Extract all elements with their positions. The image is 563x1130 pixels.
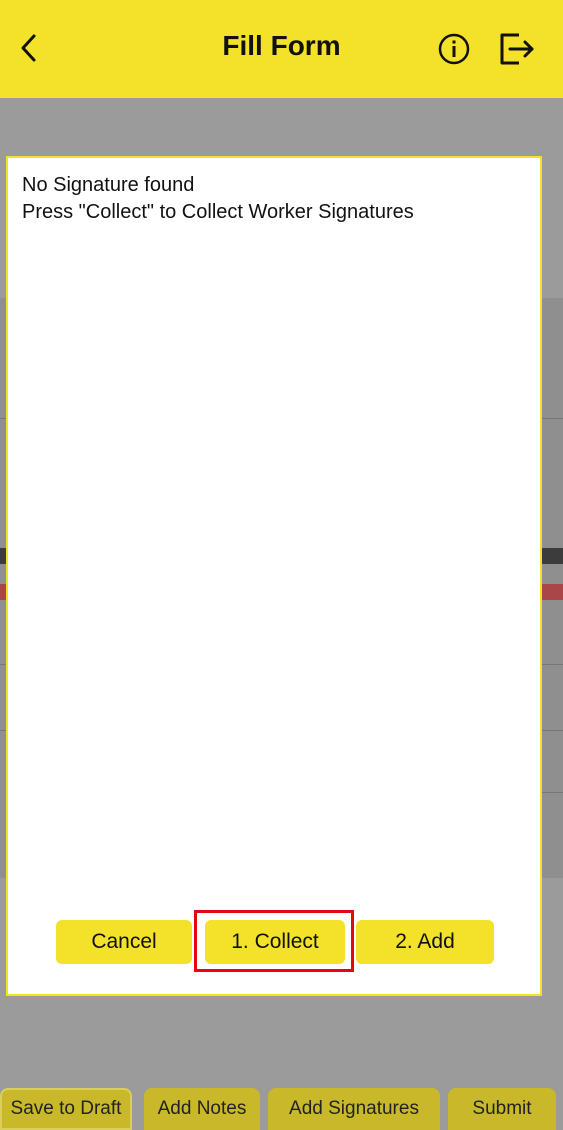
collect-highlight-box — [194, 910, 354, 972]
background-form-divider — [540, 418, 563, 419]
background-form-divider — [540, 730, 563, 731]
add-notes-button[interactable]: Add Notes — [144, 1088, 260, 1130]
submit-button[interactable]: Submit — [448, 1088, 556, 1130]
save-to-draft-button[interactable]: Save to Draft — [0, 1088, 132, 1130]
bottom-action-bar: Save to Draft Add Notes Add Signatures S… — [0, 1078, 563, 1130]
no-signature-text: No Signature found — [22, 174, 195, 196]
background-form-bar — [540, 548, 563, 564]
add-signatures-button[interactable]: Add Signatures — [268, 1088, 440, 1130]
add-button[interactable]: 2. Add — [356, 920, 494, 964]
app-header: Fill Form — [0, 0, 563, 98]
background-form-divider — [540, 664, 563, 665]
logout-icon[interactable] — [497, 29, 537, 69]
background-form-bar — [540, 584, 563, 600]
collect-instruction-text: Press "Collect" to Collect Worker Signat… — [22, 201, 414, 223]
info-icon[interactable] — [437, 32, 471, 66]
background-form-divider — [540, 792, 563, 793]
signature-modal: No Signature found Press "Collect" to Co… — [6, 156, 542, 996]
modal-message: No Signature found Press "Collect" to Co… — [22, 172, 414, 226]
cancel-button[interactable]: Cancel — [56, 920, 192, 964]
page-title: Fill Form — [222, 30, 341, 61]
